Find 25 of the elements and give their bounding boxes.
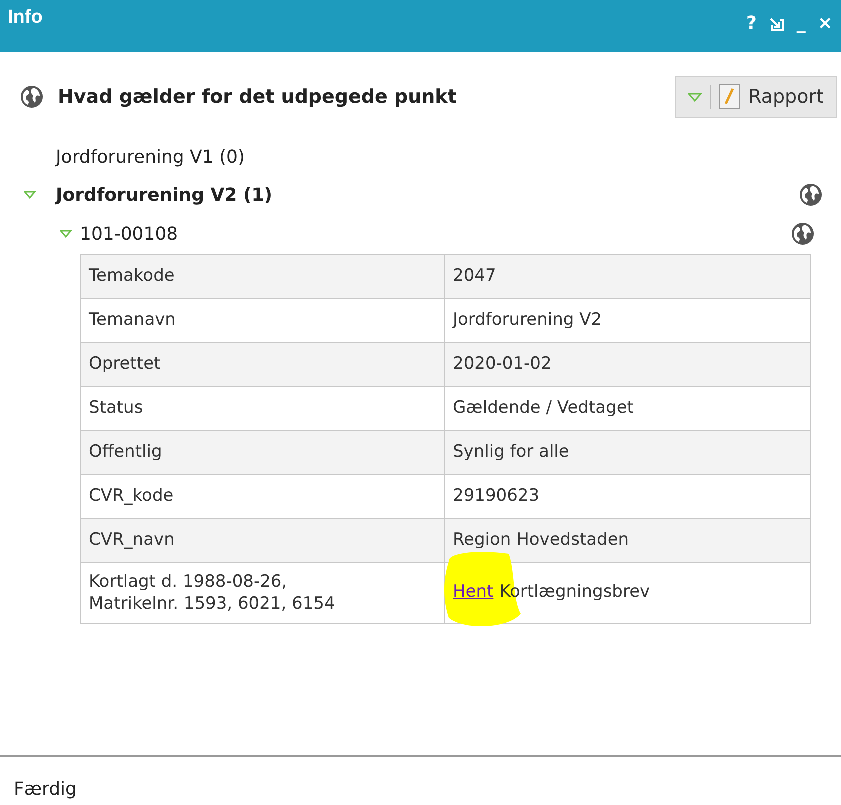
table-cell-text: Synlig for alle — [453, 442, 570, 462]
table-cell: Temakode — [80, 254, 444, 298]
triangle-down-icon[interactable] — [60, 229, 72, 239]
globe-icon[interactable] — [20, 85, 44, 109]
table-cell-text: Gældende / Vedtaget — [453, 398, 634, 418]
triangle-down-icon[interactable] — [688, 92, 702, 102]
globe-icon[interactable] — [791, 222, 815, 246]
tree-item[interactable]: Jordforurening V1 (0) — [56, 144, 246, 170]
table-cell-text: 29190623 — [453, 486, 540, 506]
table-cell-text: Jordforurening V2 — [453, 310, 602, 330]
triangle-down-icon[interactable] — [24, 190, 36, 200]
globe-icon[interactable] — [799, 183, 823, 207]
table-cell: Kortlagt d. 1988-08-26, Matrikelnr. 1593, 6021, 6154 — [80, 562, 444, 624]
dock-icon[interactable] — [768, 16, 785, 32]
panel-heading: Hvad gælder for det udpegede punkt — [58, 84, 457, 110]
table-cell-text: 2047 — [453, 266, 496, 286]
notepad-icon — [718, 84, 741, 110]
tree-item[interactable]: Jordforurening V2 (1) — [56, 182, 272, 208]
link[interactable]: Hent — [453, 580, 494, 606]
table-cell-text: Region Hovedstaden — [453, 530, 630, 550]
tree-item[interactable]: 101-00108 — [80, 220, 178, 248]
status-text: Færdig — [14, 778, 77, 802]
table-cell-text: 2020-01-02 — [453, 354, 552, 374]
window-title: Info — [8, 6, 43, 30]
report-button[interactable]: Rapport — [674, 76, 837, 118]
